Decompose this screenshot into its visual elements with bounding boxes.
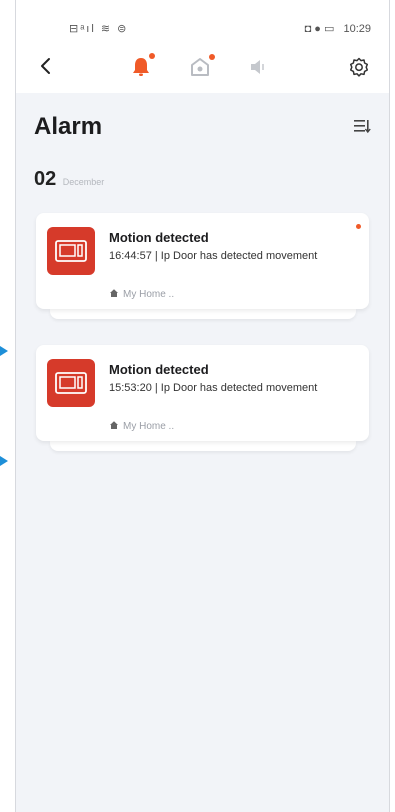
settings-button[interactable]	[347, 55, 371, 79]
top-bar: ⊟ᵃıl ≋ ⊜ ◘ ● ▭ 10:29	[16, 0, 389, 93]
alarm-home-label: My Home ..	[123, 289, 175, 300]
date-group-header: 02 December	[34, 168, 104, 191]
tab-doorbell[interactable]	[187, 54, 215, 80]
annotation-arrow-marker	[0, 456, 8, 466]
annotation-arrow-marker	[0, 346, 8, 356]
nav-bar	[16, 52, 389, 84]
unread-dot	[356, 224, 361, 229]
home-icon	[110, 289, 118, 297]
home-icon	[110, 421, 118, 429]
doorbell-notification-dot	[209, 54, 215, 60]
alarm-home: My Home ..	[109, 420, 174, 432]
status-left-icons: ⊟ᵃıl ≋ ⊜	[69, 23, 129, 35]
date-day: 02	[34, 168, 57, 190]
date-month: December	[62, 177, 105, 187]
alarm-card[interactable]: Motion detected 15:53:20 | Ip Door has d…	[36, 345, 369, 441]
tab-speaker[interactable]	[245, 54, 271, 80]
alarm-card[interactable]: Motion detected 16:44:57 | Ip Door has d…	[36, 213, 369, 309]
speaker-icon	[251, 60, 264, 74]
alarm-thumbnail	[47, 359, 95, 407]
alarm-description: 16:44:57 | Ip Door has detected movement	[109, 250, 318, 262]
camera-monitor-icon	[55, 372, 87, 394]
status-right: ◘ ● ▭ 10:29	[305, 22, 371, 35]
alarm-title: Motion detected	[109, 230, 209, 245]
back-button[interactable]	[34, 54, 58, 78]
status-right-icons: ◘ ● ▭	[304, 23, 335, 35]
alarm-home: My Home ..	[109, 288, 174, 300]
alarm-title: Motion detected	[109, 362, 209, 377]
alarm-notification-dot	[149, 53, 155, 59]
gear-icon	[349, 57, 369, 77]
alarm-thumbnail	[47, 227, 95, 275]
chevron-left-icon	[41, 58, 50, 74]
card-stack-edge	[50, 309, 356, 319]
phone-screen: ⊟ᵃıl ≋ ⊜ ◘ ● ▭ 10:29 Alarm 02 December M…	[15, 0, 390, 812]
filter-button[interactable]	[353, 117, 371, 135]
filter-list-icon	[354, 120, 371, 134]
page-title: Alarm	[34, 113, 103, 140]
status-time: 10:29	[343, 23, 371, 35]
card-stack-edge	[50, 441, 356, 451]
tab-alarm[interactable]	[128, 53, 155, 80]
camera-monitor-icon	[55, 240, 87, 262]
status-bar: ⊟ᵃıl ≋ ⊜ ◘ ● ▭ 10:29	[16, 22, 389, 40]
alarm-description: 15:53:20 | Ip Door has detected movement	[109, 382, 318, 394]
alarm-home-label: My Home ..	[123, 421, 175, 432]
